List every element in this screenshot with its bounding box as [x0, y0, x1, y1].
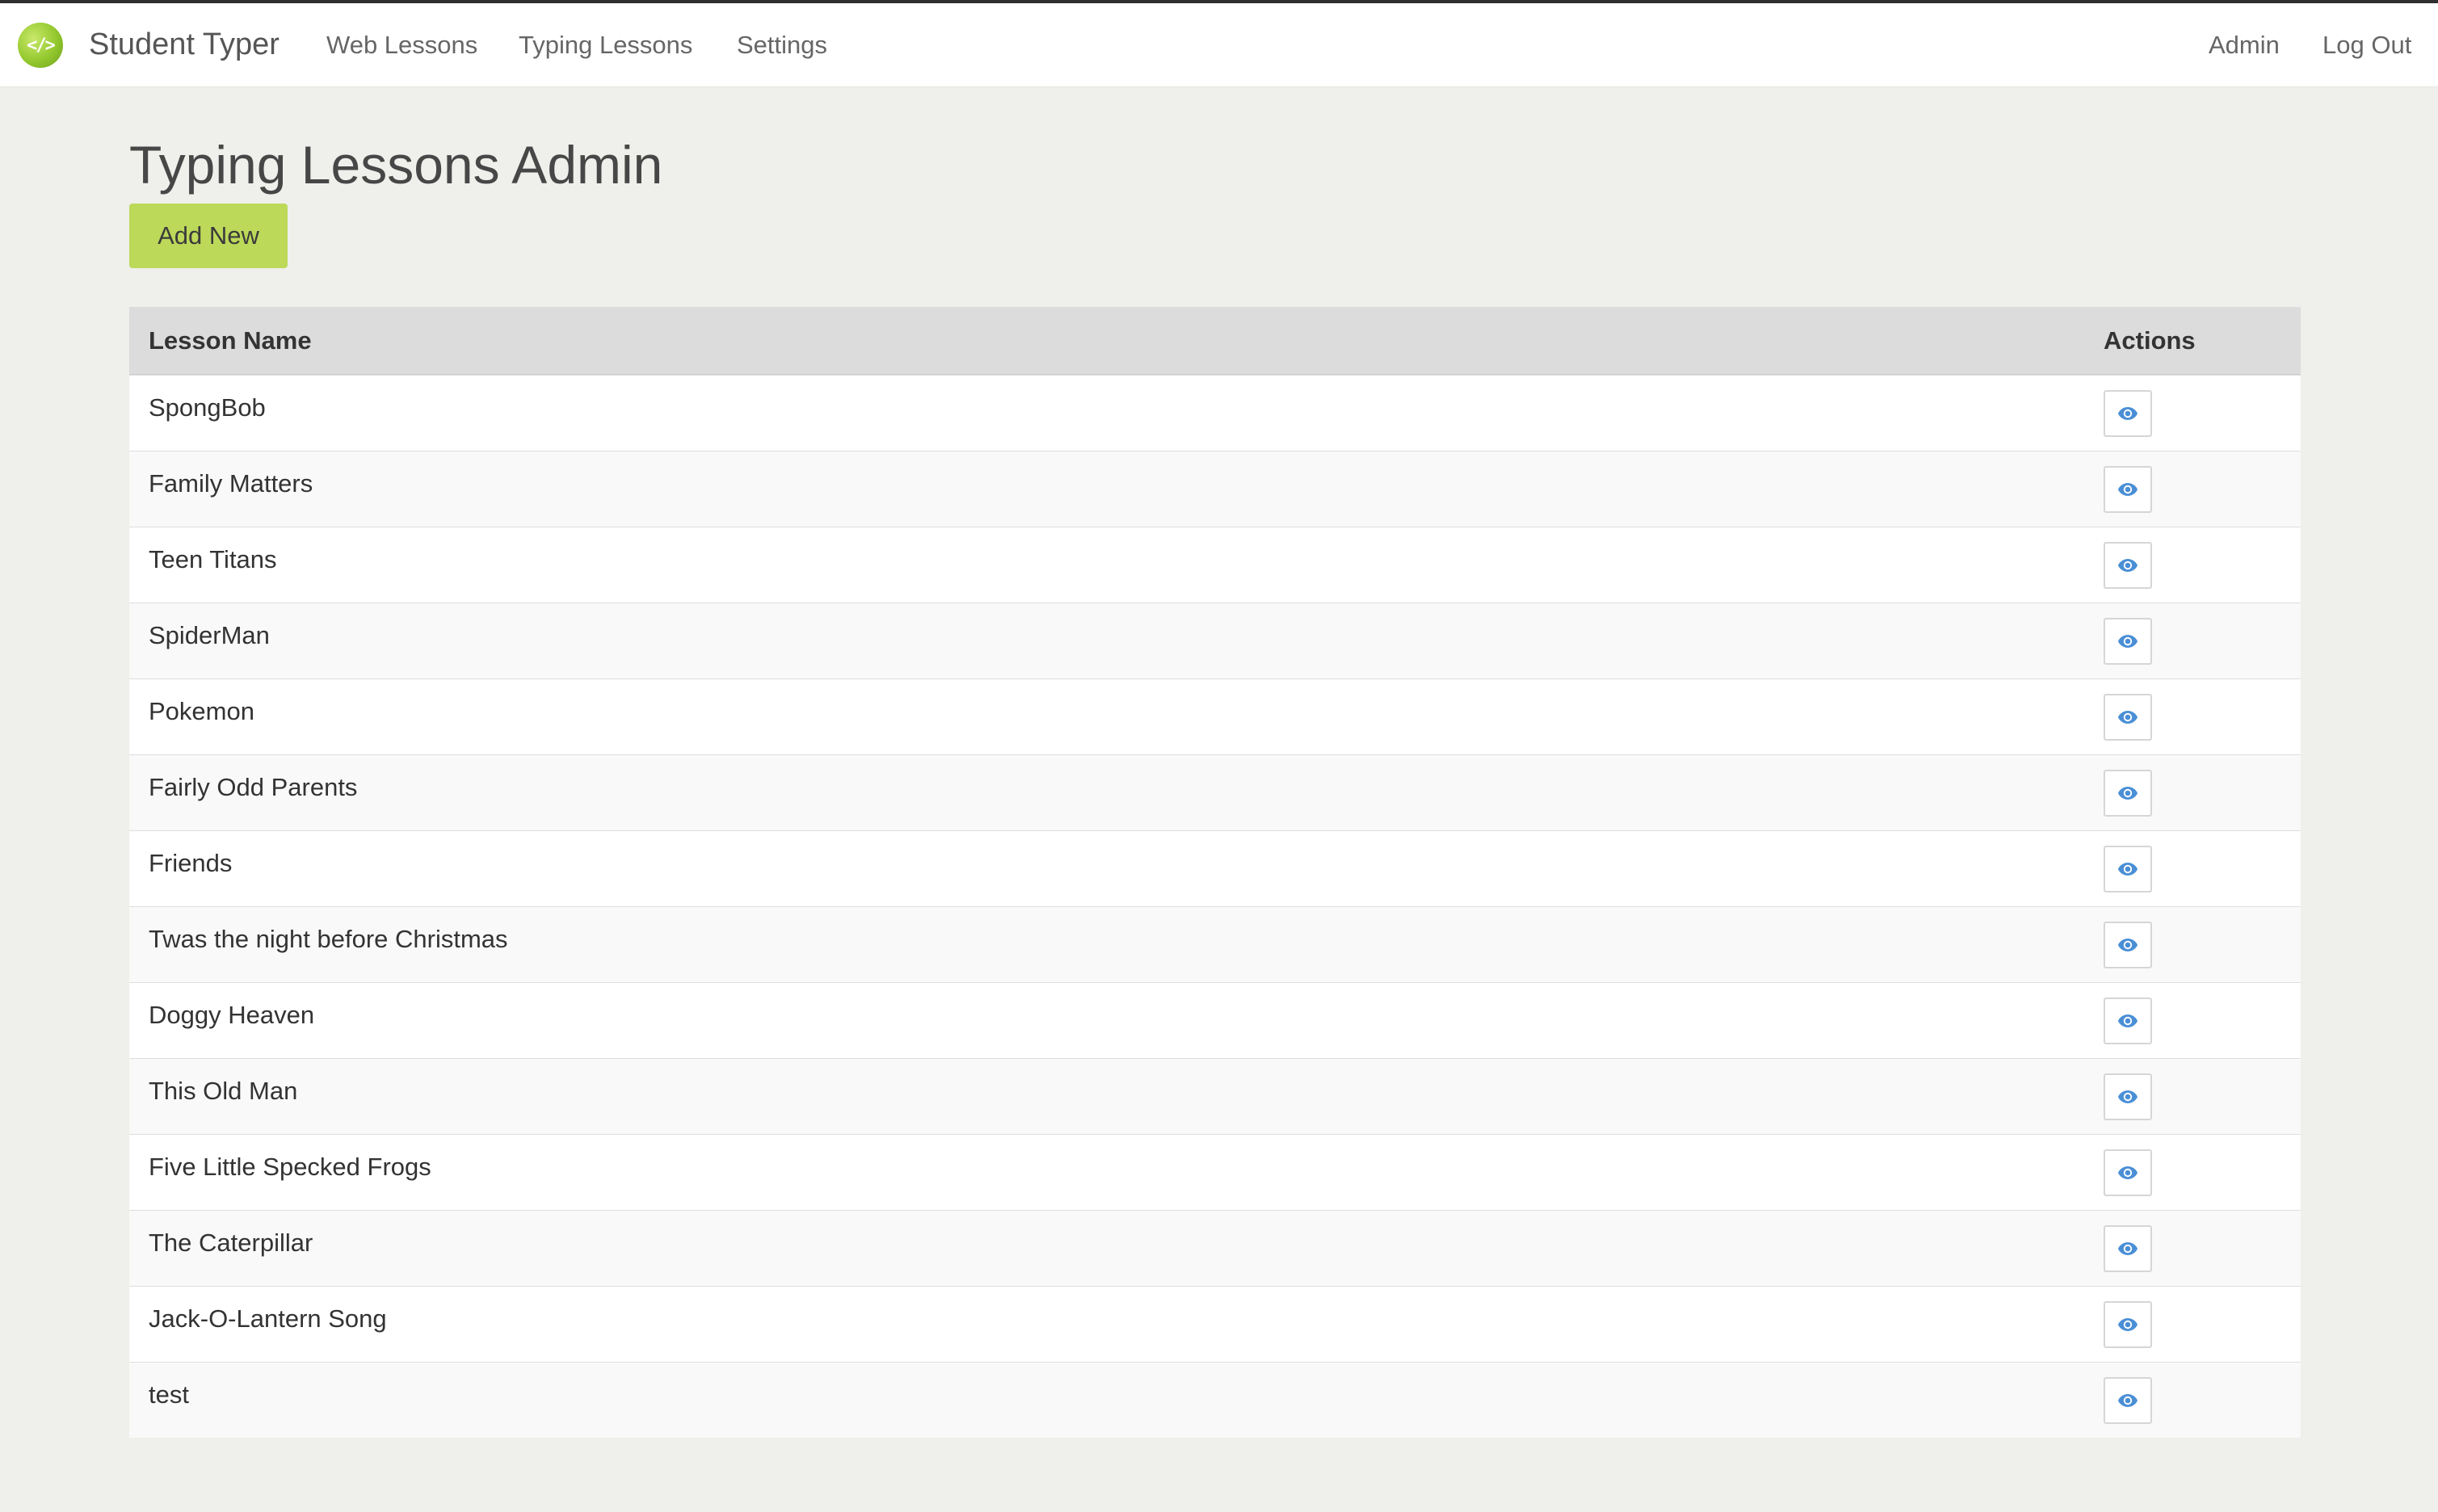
page-title: Typing Lessons Admin: [129, 135, 663, 195]
column-header-actions: Actions: [2104, 326, 2196, 355]
table-row: Pokemon: [129, 678, 2301, 754]
view-lesson-button[interactable]: [2104, 618, 2152, 665]
lesson-name: Teen Titans: [149, 545, 277, 573]
view-lesson-button[interactable]: [2104, 1225, 2152, 1272]
add-new-button[interactable]: Add New: [129, 204, 288, 268]
table-row: Family Matters: [129, 451, 2301, 527]
nav-admin[interactable]: Admin: [2209, 31, 2280, 60]
lesson-name: Five Little Specked Frogs: [149, 1153, 431, 1181]
eye-icon: [2117, 1166, 2138, 1180]
eye-icon: [2117, 1393, 2138, 1408]
table-row: Five Little Specked Frogs: [129, 1134, 2301, 1210]
table-row: SpiderMan: [129, 603, 2301, 678]
lesson-name: Doggy Heaven: [149, 1001, 315, 1029]
eye-icon: [2117, 938, 2138, 952]
eye-icon: [2117, 786, 2138, 800]
nav-web-lessons[interactable]: Web Lessons: [326, 31, 477, 60]
nav-log-out[interactable]: Log Out: [2322, 31, 2411, 60]
eye-icon: [2117, 634, 2138, 649]
eye-icon: [2117, 862, 2138, 876]
eye-icon: [2117, 406, 2138, 421]
eye-icon: [2117, 1241, 2138, 1256]
view-lesson-button[interactable]: [2104, 1301, 2152, 1348]
table-row: Friends: [129, 830, 2301, 906]
view-lesson-button[interactable]: [2104, 1377, 2152, 1424]
view-lesson-button[interactable]: [2104, 998, 2152, 1044]
column-header-lesson-name: Lesson Name: [149, 326, 312, 355]
lesson-name: Twas the night before Christmas: [149, 925, 508, 953]
table-body: SpongBob Family Matters Teen Titans SpiderM…: [129, 375, 2301, 1438]
lesson-name: SpongBob: [149, 393, 266, 422]
view-lesson-button[interactable]: [2104, 466, 2152, 513]
lesson-name: Friends: [149, 849, 233, 877]
table-row: This Old Man: [129, 1058, 2301, 1134]
lesson-name: SpiderMan: [149, 621, 270, 649]
table-row: Jack-O-Lantern Song: [129, 1286, 2301, 1362]
table-header: Lesson Name Actions: [129, 307, 2301, 375]
view-lesson-button[interactable]: [2104, 542, 2152, 589]
nav-settings[interactable]: Settings: [737, 31, 827, 60]
lesson-name: Fairly Odd Parents: [149, 773, 358, 801]
eye-icon: [2117, 1090, 2138, 1104]
view-lesson-button[interactable]: [2104, 1149, 2152, 1196]
table-row: Twas the night before Christmas: [129, 906, 2301, 982]
view-lesson-button[interactable]: [2104, 390, 2152, 437]
view-lesson-button[interactable]: [2104, 1073, 2152, 1120]
lesson-name: Pokemon: [149, 697, 254, 725]
nav-typing-lessons[interactable]: Typing Lessons: [519, 31, 692, 60]
table-row: test: [129, 1362, 2301, 1438]
eye-icon: [2117, 558, 2138, 573]
logo-glyph: </>: [27, 35, 56, 56]
view-lesson-button[interactable]: [2104, 846, 2152, 892]
brand-name[interactable]: Student Typer: [89, 27, 280, 62]
eye-icon: [2117, 1014, 2138, 1028]
app-logo-icon[interactable]: </>: [18, 23, 63, 68]
eye-icon: [2117, 482, 2138, 497]
table-row: SpongBob: [129, 375, 2301, 451]
lesson-name: Family Matters: [149, 469, 313, 498]
lesson-name: test: [149, 1380, 189, 1409]
table-row: Teen Titans: [129, 527, 2301, 603]
view-lesson-button[interactable]: [2104, 770, 2152, 817]
lesson-name: Jack-O-Lantern Song: [149, 1304, 387, 1333]
view-lesson-button[interactable]: [2104, 694, 2152, 741]
lesson-name: This Old Man: [149, 1077, 298, 1105]
eye-icon: [2117, 1317, 2138, 1332]
eye-icon: [2117, 710, 2138, 724]
view-lesson-button[interactable]: [2104, 922, 2152, 968]
table-row: The Caterpillar: [129, 1210, 2301, 1286]
lessons-table: Lesson Name Actions SpongBob Family Matte…: [129, 307, 2301, 1438]
top-navbar: </> Student Typer Web Lessons Typing Les…: [0, 3, 2438, 87]
table-row: Fairly Odd Parents: [129, 754, 2301, 830]
table-row: Doggy Heaven: [129, 982, 2301, 1058]
lesson-name: The Caterpillar: [149, 1228, 313, 1257]
